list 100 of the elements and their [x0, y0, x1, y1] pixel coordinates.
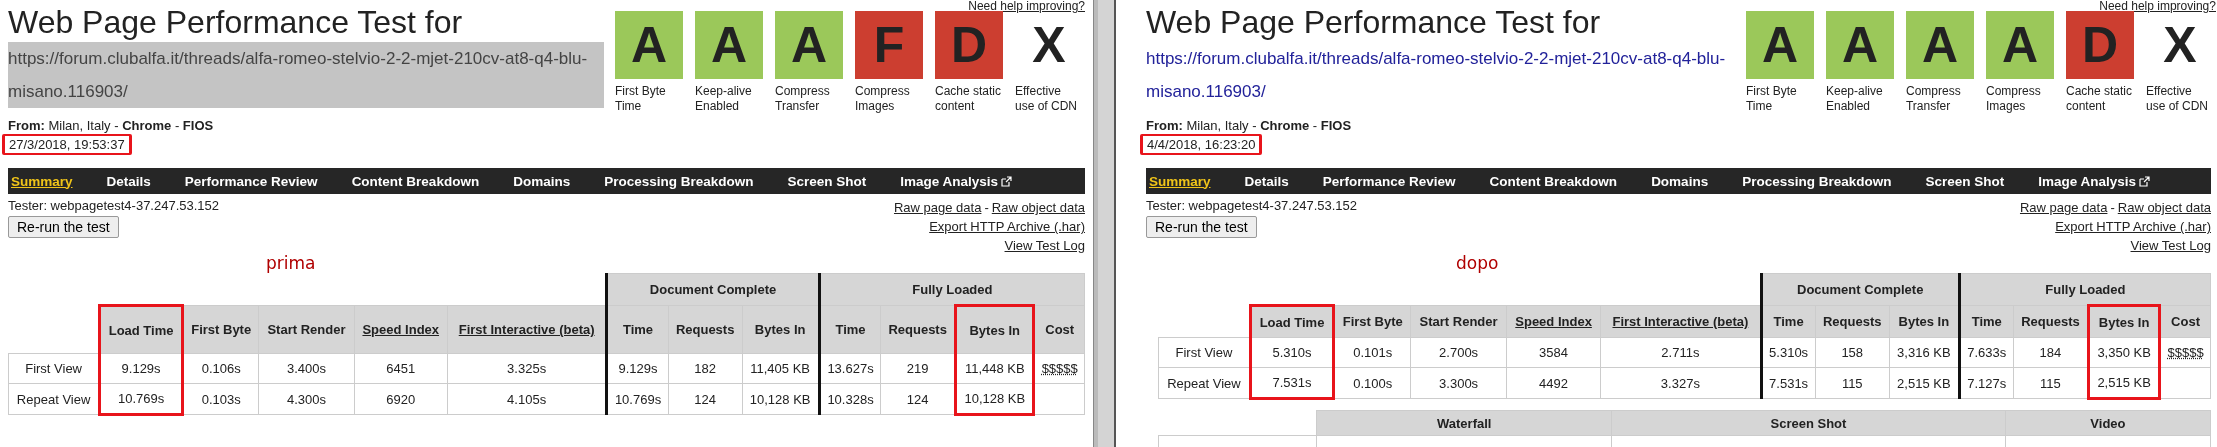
column-header[interactable]: Speed Index [354, 305, 448, 354]
column-header: Requests [880, 305, 956, 354]
nav-tab[interactable]: Domains [510, 173, 588, 189]
external-link-icon [2139, 175, 2151, 187]
row-label: First View [8, 353, 100, 384]
nav-tab[interactable]: Processing Breakdown [1739, 173, 1909, 189]
grade-label: Keep-alive Enabled [1826, 84, 1884, 114]
help-link[interactable]: Need help improving? [968, 0, 1085, 13]
column-header: Cost [2159, 305, 2211, 338]
data-link[interactable]: Export HTTP Archive (.har) [929, 219, 1085, 234]
group-header: Document Complete [606, 273, 820, 306]
column-header[interactable]: First Interactive (beta) [447, 305, 607, 354]
test-location: From: Milan, Italy - Chrome - FIOS [1146, 118, 1353, 133]
data-link[interactable]: Raw object data [2117, 200, 2211, 215]
data-link[interactable]: View Test Log [2130, 238, 2211, 253]
grade-badge: A [1826, 11, 1894, 79]
nav-tab[interactable]: Image Analysis [897, 173, 1030, 189]
grade-label: First Byte Time [615, 84, 667, 114]
page-title: Web Page Performance Test for [8, 3, 464, 42]
table-cell: 0.100s [1333, 367, 1411, 399]
column-header: Load Time [1250, 305, 1334, 338]
column-header: Start Render [1410, 305, 1507, 338]
table-cell: 3.400s [258, 353, 354, 384]
grade-label: Compress Transfer [775, 84, 831, 114]
data-link[interactable]: View Test Log [1004, 238, 1085, 253]
nav-tab[interactable]: Summary [8, 173, 90, 189]
column-header[interactable]: First Interactive (beta) [1600, 305, 1762, 338]
grade-label: Cache static content [2066, 84, 2133, 114]
link-separator: - [983, 200, 990, 215]
external-link-icon [1001, 175, 1013, 187]
table-cell[interactable]: $$$$$ [1033, 353, 1085, 384]
table-cell: 124 [668, 383, 743, 415]
table-cell: 182 [668, 353, 743, 384]
page-title: Web Page Performance Test for [1146, 3, 1602, 42]
table-cell: 4492 [1506, 367, 1601, 399]
grade-label: Effective use of CDN [1015, 84, 1079, 114]
row-label: First View [1158, 337, 1251, 368]
nav-tab[interactable]: Screen Shot [784, 173, 884, 189]
grade-badge: A [1906, 11, 1974, 79]
column-header: Bytes In [1889, 305, 1960, 338]
table-cell: 3,350 KB [2088, 337, 2160, 368]
grade-label: Effective use of CDN [2146, 84, 2209, 114]
grade-badge: A [615, 11, 683, 79]
table-cell: 5.310s [1250, 337, 1334, 368]
column-header: Cost [1033, 305, 1085, 354]
nav-tab[interactable]: Screen Shot [1922, 173, 2022, 189]
rerun-button[interactable]: Re-run the test [8, 216, 119, 238]
nav-tab[interactable]: Performance Review [181, 173, 335, 189]
grade-label: Compress Images [855, 84, 911, 114]
column-header: Bytes In [955, 305, 1034, 354]
nav-tab[interactable]: Content Breakdown [1486, 173, 1635, 189]
nav-tab[interactable]: Details [103, 173, 168, 189]
table-cell: 0.106s [182, 353, 259, 384]
column-header[interactable]: Speed Index [1506, 305, 1601, 338]
rerun-button[interactable]: Re-run the test [1146, 216, 1257, 238]
data-link[interactable]: Raw page data [2019, 200, 2108, 215]
grade-badge: A [695, 11, 763, 79]
column-header: Screen Shot [1611, 410, 2006, 436]
column-header: First Byte [182, 305, 259, 354]
column-header: Time [1761, 305, 1816, 338]
table-cell: 7.127s [1959, 367, 2014, 399]
nav-tab[interactable]: Domains [1648, 173, 1726, 189]
group-header: Fully Loaded [1959, 273, 2211, 306]
column-header: Waterfall [1317, 410, 1612, 436]
table-cell[interactable]: $$$$$ [2159, 337, 2211, 368]
table-cell: 3.300s [1410, 367, 1507, 399]
help-link[interactable]: Need help improving? [2099, 0, 2216, 13]
data-link[interactable]: Export HTTP Archive (.har) [2055, 219, 2211, 234]
grade-letter: X [1031, 16, 1067, 75]
grade-label: Compress Transfer [1906, 84, 1962, 114]
annotation-label: dopo [1456, 253, 1499, 273]
table-cell: 7.633s [1959, 337, 2014, 368]
column-header: Start Render [258, 305, 354, 354]
row-label: Repeat View [1158, 367, 1251, 399]
test-date: 4/4/2018, 16:23:20 [1140, 134, 1263, 155]
data-link[interactable]: Raw page data [893, 200, 982, 215]
tested-url-link[interactable]: https://forum.clubalfa.it/threads/alfa-romeo-stelvio-2-2-mjet-210cv-at8-q4-blu-misano.116903/ [1146, 42, 1742, 108]
tested-url-link[interactable]: https://forum.clubalfa.it/threads/alfa-romeo-stelvio-2-2-mjet-210cv-at8-q4-blu-misano.116903/ [8, 42, 604, 108]
grade-badge: A [1986, 11, 2054, 79]
nav-tab[interactable]: Summary [1146, 173, 1228, 189]
data-link[interactable]: Raw object data [991, 200, 1085, 215]
tester-info: Tester: webpagetest4-37.247.53.152 [1146, 198, 1358, 213]
group-header: Fully Loaded [819, 273, 1085, 306]
column-header: Bytes In [742, 305, 820, 354]
grade-badge: A [1746, 11, 1814, 79]
test-date: 27/3/2018, 19:53:37 [2, 134, 132, 155]
nav-tab[interactable]: Processing Breakdown [601, 173, 771, 189]
table-cell: 2.700s [1410, 337, 1507, 368]
link-separator: - [2109, 200, 2116, 215]
nav-tab[interactable]: Content Breakdown [348, 173, 497, 189]
nav-tab[interactable]: Performance Review [1319, 173, 1473, 189]
grade-label: Compress Images [1986, 84, 2042, 114]
grade-badge: D [935, 11, 1003, 79]
nav-tab[interactable]: Image Analysis [2035, 173, 2168, 189]
grade-badge: D [2066, 11, 2134, 79]
table-cell: 0.101s [1333, 337, 1411, 368]
column-header: Bytes In [2088, 305, 2160, 338]
nav-tab[interactable]: Details [1241, 173, 1306, 189]
grade-label: First Byte Time [1746, 84, 1798, 114]
table-cell: 9.129s [606, 353, 669, 384]
